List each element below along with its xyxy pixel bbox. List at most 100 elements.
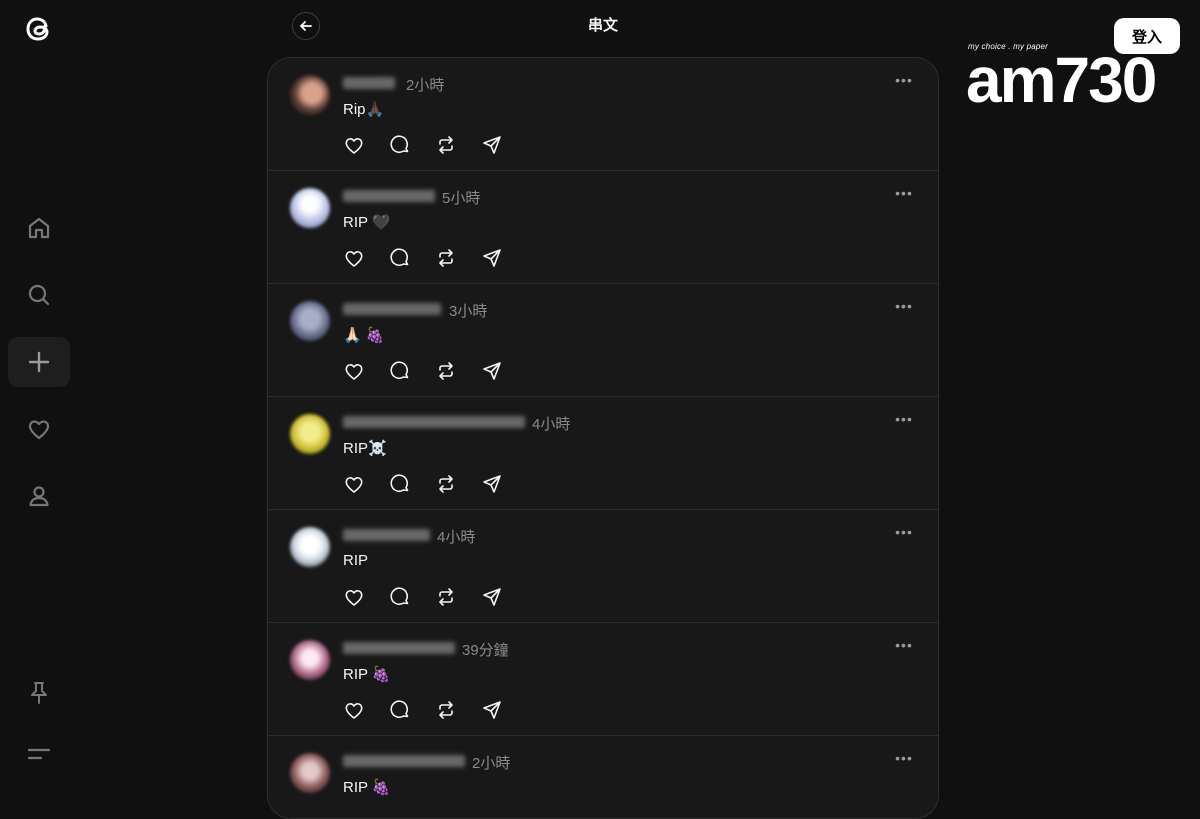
nav-home[interactable] [8, 203, 70, 253]
reply-button[interactable] [389, 473, 411, 495]
more-options-icon[interactable]: ••• [892, 298, 916, 318]
repost-icon [439, 136, 453, 154]
heart-icon [345, 590, 363, 606]
thread-post: 4小時 RIP☠️ ••• [268, 397, 938, 510]
like-button[interactable] [343, 360, 365, 382]
repost-button[interactable] [435, 699, 457, 721]
arrow-left-icon [300, 21, 312, 31]
page-title: 串文 [587, 17, 618, 34]
more-options-icon[interactable]: ••• [892, 750, 916, 770]
repost-icon [439, 249, 453, 267]
share-button[interactable] [481, 247, 503, 269]
watermark-logo: am730 [966, 44, 1157, 116]
repost-button[interactable] [435, 360, 457, 382]
search-icon [28, 284, 50, 306]
nav-pin[interactable] [8, 668, 70, 718]
pin-icon [31, 682, 47, 704]
thread-post: 2小時 Rip🙏🏿 ••• [268, 58, 938, 171]
post-time: 2小時 [472, 755, 511, 772]
watermark-tagline: my choice . my paper [968, 42, 1049, 51]
username-redacted[interactable] [343, 416, 525, 428]
like-button[interactable] [343, 699, 365, 721]
username-redacted[interactable] [343, 529, 430, 541]
heart-icon [345, 703, 363, 719]
repost-button[interactable] [435, 247, 457, 269]
post-content: RIP [343, 552, 369, 569]
like-button[interactable] [343, 586, 365, 608]
username-redacted[interactable] [343, 77, 395, 89]
avatar[interactable] [290, 75, 330, 115]
avatar[interactable] [290, 640, 330, 680]
repost-icon [439, 588, 453, 606]
reply-button[interactable] [389, 699, 411, 721]
username-redacted[interactable] [343, 190, 435, 202]
reply-button[interactable] [389, 247, 411, 269]
share-button[interactable] [481, 360, 503, 382]
thread-post: 5小時 RIP 🖤 ••• [268, 171, 938, 284]
send-icon [483, 249, 501, 267]
heart-icon [345, 251, 363, 267]
more-options-icon[interactable]: ••• [892, 524, 916, 544]
post-time: 39分鐘 [462, 642, 509, 659]
send-icon [483, 362, 501, 380]
avatar[interactable] [290, 527, 330, 567]
share-button[interactable] [481, 699, 503, 721]
post-content: RIP 🍇 [343, 779, 391, 796]
nav-search[interactable] [8, 270, 70, 320]
post-content: Rip🙏🏿 [343, 101, 385, 118]
more-options-icon[interactable]: ••• [892, 411, 916, 431]
share-button[interactable] [481, 586, 503, 608]
reply-button[interactable] [389, 586, 411, 608]
avatar[interactable] [290, 188, 330, 228]
comment-icon [390, 587, 409, 606]
share-button[interactable] [481, 134, 503, 156]
reply-button[interactable] [389, 360, 411, 382]
comment-icon [390, 474, 409, 493]
plus-icon [28, 351, 50, 373]
repost-icon [439, 701, 453, 719]
nav-profile[interactable] [8, 471, 70, 521]
post-time: 4小時 [437, 529, 476, 546]
like-button[interactable] [343, 247, 365, 269]
nav-create[interactable] [8, 337, 70, 387]
send-icon [483, 136, 501, 154]
more-options-icon[interactable]: ••• [892, 72, 916, 92]
repost-button[interactable] [435, 473, 457, 495]
like-button[interactable] [343, 473, 365, 495]
post-content: RIP 🍇 [343, 666, 391, 683]
username-redacted[interactable] [343, 642, 455, 654]
thread-post: 4小時 RIP ••• [268, 510, 938, 623]
post-time: 4小時 [532, 416, 571, 433]
send-icon [483, 588, 501, 606]
avatar[interactable] [290, 414, 330, 454]
post-content: RIP 🖤 [343, 214, 391, 231]
sidebar [0, 0, 78, 800]
username-redacted[interactable] [343, 303, 441, 315]
heart-icon [345, 138, 363, 154]
heart-icon [345, 364, 363, 380]
post-content: 🙏🏻 🍇 [343, 327, 385, 344]
send-icon [483, 475, 501, 493]
threads-logo-icon[interactable] [20, 10, 58, 48]
post-time: 5小時 [442, 190, 481, 207]
nav-activity[interactable] [8, 404, 70, 454]
avatar[interactable] [290, 301, 330, 341]
like-button[interactable] [343, 134, 365, 156]
comment-icon [390, 248, 409, 267]
heart-icon [28, 420, 50, 440]
share-button[interactable] [481, 473, 503, 495]
username-redacted[interactable] [343, 755, 465, 767]
nav-menu[interactable] [8, 729, 70, 779]
repost-button[interactable] [435, 134, 457, 156]
back-button[interactable] [292, 12, 320, 40]
reply-button[interactable] [389, 134, 411, 156]
more-options-icon[interactable]: ••• [892, 185, 916, 205]
login-button[interactable]: 登入 [1114, 18, 1180, 54]
avatar[interactable] [290, 753, 330, 793]
post-content: RIP☠️ [343, 440, 387, 457]
more-options-icon[interactable]: ••• [892, 637, 916, 657]
home-icon [28, 217, 50, 239]
repost-icon [439, 362, 453, 380]
repost-button[interactable] [435, 586, 457, 608]
thread-feed: 2小時 Rip🙏🏿 ••• 5小時 RIP 🖤 ••• 3小時 🙏🏻 🍇 ••• [267, 57, 939, 819]
